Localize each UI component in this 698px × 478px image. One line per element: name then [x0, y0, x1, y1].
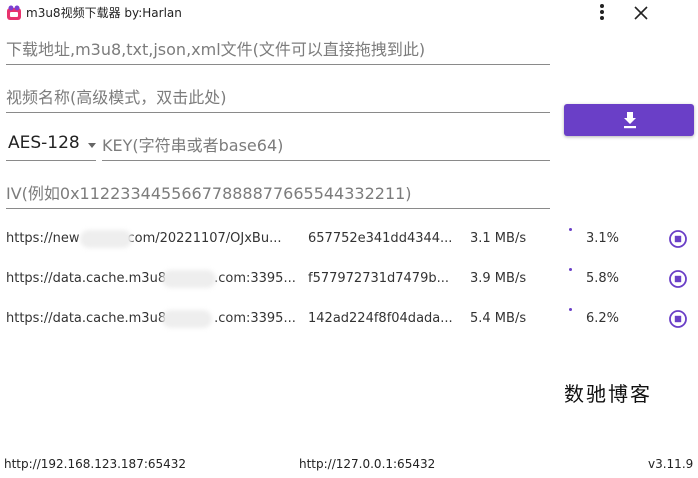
- download-button[interactable]: [564, 104, 694, 136]
- key-field-wrapper: [102, 132, 550, 161]
- encryption-method-value: AES-128: [8, 133, 80, 153]
- name-field-wrapper: [6, 84, 550, 113]
- progress-indicator: [569, 228, 572, 231]
- watermark-text: 数驰博客: [564, 382, 652, 406]
- vertical-dots-icon[interactable]: [592, 2, 612, 22]
- task-url-end: .com:3395...: [214, 311, 296, 326]
- task-url: https://data.cache.m3u8 .com:3395...: [6, 271, 296, 286]
- app-logo-icon: [6, 5, 22, 21]
- stop-icon[interactable]: [668, 309, 688, 329]
- task-progress: 3.1%: [586, 231, 620, 246]
- task-hash: f577972731d7479b...: [308, 271, 450, 286]
- encryption-method-select[interactable]: AES-128: [6, 130, 96, 161]
- task-url-end: .com:3395...: [214, 271, 296, 286]
- redacted-blur: [162, 270, 216, 288]
- task-url-end: com/20221107/OJxBu...: [127, 231, 282, 246]
- download-icon: [624, 112, 636, 129]
- url-input[interactable]: [6, 36, 550, 62]
- redacted-blur: [162, 310, 212, 328]
- task-hash: 142ad224f8f04dada...: [308, 311, 453, 326]
- task-hash: 657752e341dd4344...: [308, 231, 453, 246]
- stop-icon[interactable]: [668, 269, 688, 289]
- task-speed: 5.4 MB/s: [470, 311, 527, 326]
- task-url: https://new com/20221107/OJxBu...: [6, 231, 296, 246]
- task-url-start: https://data.cache.m3u8: [6, 271, 167, 286]
- video-name-input[interactable]: [6, 84, 550, 110]
- chevron-down-icon: [88, 143, 96, 148]
- iv-input[interactable]: [6, 180, 550, 206]
- iv-field-wrapper: [6, 180, 550, 209]
- task-speed: 3.1 MB/s: [470, 231, 527, 246]
- task-row: https://data.cache.m3u8 .com:3395... 142a…: [0, 308, 698, 330]
- task-row: https://new com/20221107/OJxBu... 657752e…: [0, 228, 698, 250]
- window-title: m3u8视频下载器 by:Harlan: [26, 6, 182, 20]
- task-url-start: https://new: [6, 231, 80, 246]
- progress-indicator: [569, 268, 572, 271]
- key-input[interactable]: [102, 132, 550, 158]
- close-icon[interactable]: [630, 2, 652, 24]
- task-speed: 3.9 MB/s: [470, 271, 527, 286]
- local-address-link[interactable]: http://127.0.0.1:65432: [299, 457, 435, 471]
- title-bar: m3u8视频下载器 by:Harlan: [0, 0, 698, 26]
- task-url: https://data.cache.m3u8 .com:3395...: [6, 311, 296, 326]
- progress-indicator: [569, 308, 572, 311]
- redacted-blur: [80, 230, 132, 248]
- url-field-wrapper: [6, 36, 550, 65]
- task-progress: 5.8%: [586, 271, 620, 286]
- stop-icon[interactable]: [668, 229, 688, 249]
- task-url-start: https://data.cache.m3u8: [6, 311, 167, 326]
- task-row: https://data.cache.m3u8 .com:3395... f577…: [0, 268, 698, 290]
- task-progress: 6.2%: [586, 311, 620, 326]
- version-label: v3.11.9: [648, 457, 694, 471]
- lan-address-link[interactable]: http://192.168.123.187:65432: [4, 457, 186, 471]
